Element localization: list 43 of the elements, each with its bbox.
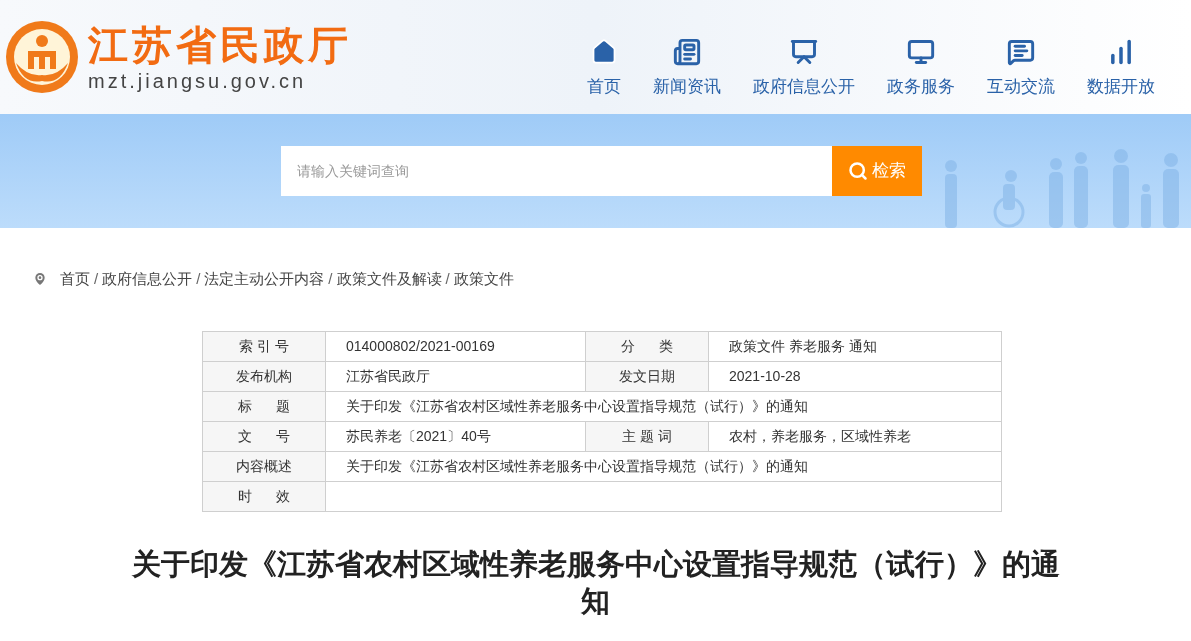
- field-label: 标 题: [202, 391, 326, 421]
- breadcrumb-link[interactable]: 政府信息公开: [102, 268, 193, 291]
- breadcrumb-separator: /: [328, 269, 333, 289]
- field-label: 文 号: [202, 421, 326, 451]
- nav-link[interactable]: 互动交流: [971, 38, 1071, 100]
- field-label: 内容概述: [202, 451, 326, 481]
- search-field[interactable]: 请输入关键词查询: [281, 146, 832, 196]
- newspaper-icon: [673, 38, 701, 67]
- breadcrumb-separator: /: [196, 269, 201, 289]
- breadcrumb-link[interactable]: 政策文件: [453, 268, 514, 291]
- breadcrumb-link[interactable]: 法定主动公开内容: [204, 268, 325, 291]
- breadcrumb-separator: /: [445, 269, 450, 289]
- breadcrumb-link[interactable]: 首页: [60, 268, 90, 291]
- field-value: 江苏省民政厅: [325, 361, 586, 391]
- site-name: 江苏省民政厅: [88, 22, 352, 69]
- nav-link[interactable]: 新闻资讯: [637, 38, 737, 100]
- breadcrumb-link[interactable]: 政策文件及解读: [336, 268, 442, 291]
- field-value: 农村，养老服务，区域性养老: [708, 421, 1002, 451]
- field-value: 政策文件 养老服务 通知: [708, 331, 1002, 361]
- nav-link[interactable]: 数据开放: [1071, 38, 1171, 100]
- location-pin-icon: [32, 271, 48, 288]
- field-value: 苏民养老〔2021〕40号: [325, 421, 586, 451]
- nav-link[interactable]: 政府信息公开: [737, 38, 871, 100]
- search-icon: [848, 161, 868, 181]
- field-value: 关于印发《江苏省农村区域性养老服务中心设置指导规范（试行）》的通知: [325, 451, 1002, 481]
- field-label: 发布机构: [202, 361, 326, 391]
- site-domain: mzt.jiangsu.gov.cn: [88, 69, 308, 93]
- field-value: 014000802/2021-00169: [325, 331, 586, 361]
- monitor-icon: [907, 38, 935, 67]
- board-icon: [790, 38, 818, 67]
- field-label: 时 效: [202, 481, 326, 511]
- logo-icon: [4, 19, 80, 95]
- breadcrumb-separator: /: [94, 269, 99, 289]
- article-title: 关于印发《江苏省农村区域性养老服务中心设置指导规范（试行）》的通知: [130, 546, 1061, 619]
- chat-icon: [1007, 38, 1035, 67]
- field-label: 索 引 号: [202, 331, 326, 361]
- nav-link[interactable]: 首页: [571, 38, 637, 100]
- field-value: 2021-10-28: [708, 361, 1002, 391]
- field-label: 发文日期: [585, 361, 709, 391]
- nav-link[interactable]: 政务服务: [871, 38, 971, 100]
- field-label: 分 类: [585, 331, 709, 361]
- field-value: 关于印发《江苏省农村区域性养老服务中心设置指导规范（试行）》的通知: [325, 391, 1002, 421]
- field-label: 主 题 词: [585, 421, 709, 451]
